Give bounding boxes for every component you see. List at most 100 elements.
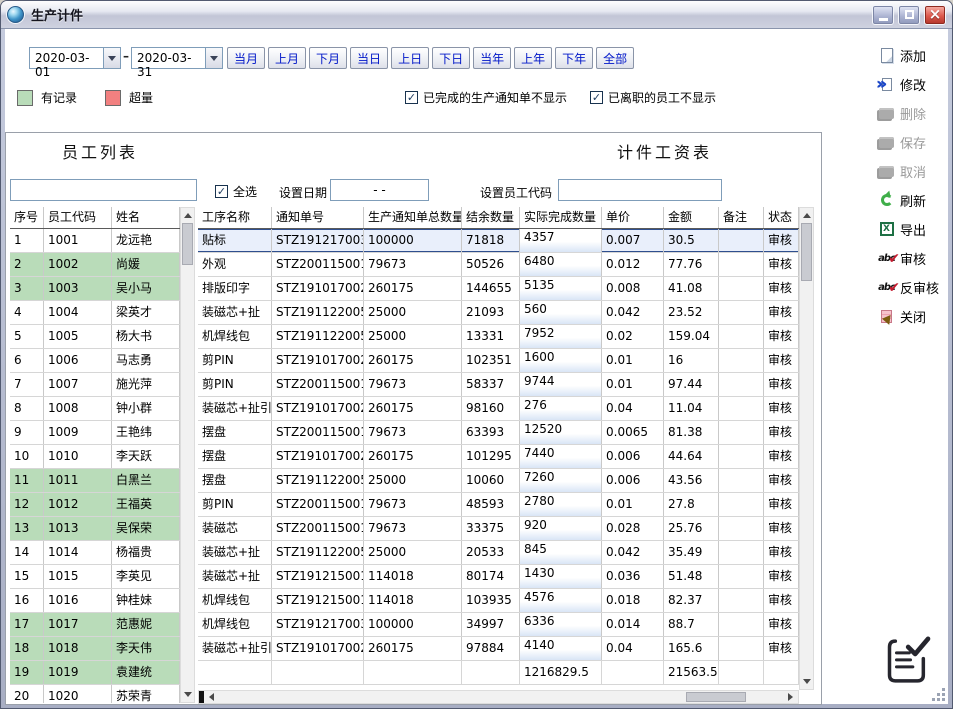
wage-row[interactable]: 装磁芯+扯引线STZ1910170022601759788441400.0416…: [198, 637, 799, 661]
employee-search-input[interactable]: [10, 179, 197, 201]
audit-button[interactable]: abc✔审核: [877, 248, 950, 268]
scroll-right-icon[interactable]: [784, 691, 798, 703]
date-nav-button[interactable]: 下日: [432, 47, 470, 69]
date-nav-button[interactable]: 上月: [268, 47, 306, 69]
employee-row[interactable]: 31003吴小马: [10, 277, 180, 301]
employee-row[interactable]: 51005杨大书: [10, 325, 180, 349]
add-doc-button[interactable]: 添加: [877, 45, 950, 65]
refresh-button[interactable]: 刷新: [877, 190, 950, 210]
wage-row[interactable]: 装磁芯+扯STZ19112200525000210935600.04223.52…: [198, 301, 799, 325]
audit-stamp-icon[interactable]: [879, 631, 935, 691]
actual-qty-cell[interactable]: 6336: [520, 613, 602, 636]
wage-row[interactable]: 机焊线包STZ191122005250001333179520.02159.04…: [198, 325, 799, 349]
date-nav-button[interactable]: 下年: [555, 47, 593, 69]
modify-button[interactable]: »修改: [877, 74, 950, 94]
employee-row[interactable]: 181018李天伟: [10, 637, 180, 661]
maximize-button[interactable]: [898, 5, 920, 25]
actual-qty-cell[interactable]: 1600: [520, 349, 602, 372]
set-employee-code-input[interactable]: [558, 179, 722, 201]
actual-qty-cell[interactable]: 920: [520, 517, 602, 540]
employee-row[interactable]: 71007施光萍: [10, 373, 180, 397]
employee-row[interactable]: 101010李天跃: [10, 445, 180, 469]
close-form-button[interactable]: 关闭: [877, 306, 950, 326]
actual-qty-cell[interactable]: 276: [520, 397, 602, 420]
employee-row[interactable]: 111011白黑兰: [10, 469, 180, 493]
scroll-up-icon[interactable]: [800, 208, 813, 222]
wage-row[interactable]: 装磁芯STZ20011500179673333759200.02825.76审核: [198, 517, 799, 541]
hide-finished-checkbox[interactable]: ✓ 已完成的生产通知单不显示: [405, 89, 567, 106]
employee-row[interactable]: 41004梁英才: [10, 301, 180, 325]
actual-qty-cell[interactable]: 5135: [520, 277, 602, 300]
employee-row[interactable]: 61006马志勇: [10, 349, 180, 373]
scroll-thumb[interactable]: [686, 692, 746, 702]
date-nav-button[interactable]: 当日: [350, 47, 388, 69]
actual-qty-cell[interactable]: 845: [520, 541, 602, 564]
wage-row[interactable]: 剪PINSTZ200115001796734859327800.0127.8审核: [198, 493, 799, 517]
date-nav-button[interactable]: 全部: [596, 47, 634, 69]
wage-table-hscrollbar[interactable]: [198, 690, 799, 704]
actual-qty-cell[interactable]: 2780: [520, 493, 602, 516]
employee-row[interactable]: 201020苏荣青: [10, 685, 180, 703]
date-nav-button[interactable]: 下月: [309, 47, 347, 69]
employee-row[interactable]: 171017范惠妮: [10, 613, 180, 637]
employee-row[interactable]: 11001龙远艳: [10, 229, 180, 253]
wage-row[interactable]: 剪PINSTZ19101700226017510235116000.0116审核: [198, 349, 799, 373]
wage-row[interactable]: 贴标STZ1912170031000007181843570.00730.5审核: [198, 229, 799, 253]
actual-qty-cell[interactable]: 7952: [520, 325, 602, 348]
actual-qty-cell[interactable]: 1430: [520, 565, 602, 588]
date-to-dropdown-button[interactable]: [205, 48, 222, 68]
scroll-thumb[interactable]: [182, 223, 193, 265]
actual-qty-cell[interactable]: 9744: [520, 373, 602, 396]
wage-table-vscrollbar[interactable]: [799, 207, 814, 690]
wage-row[interactable]: 排版印字STZ19101700226017514465551350.00841.…: [198, 277, 799, 301]
employee-row[interactable]: 151015李英见: [10, 565, 180, 589]
wage-row[interactable]: 机焊线包STZ1912170031000003499763360.01488.7…: [198, 613, 799, 637]
wage-row[interactable]: 外观STZ200115001796735052664800.01277.76审核: [198, 253, 799, 277]
scroll-down-icon[interactable]: [181, 688, 194, 702]
date-nav-button[interactable]: 上日: [391, 47, 429, 69]
excel-button[interactable]: X导出: [877, 219, 950, 239]
minimize-button[interactable]: [872, 5, 894, 25]
close-button[interactable]: ×: [924, 5, 946, 25]
scroll-left-icon[interactable]: [204, 691, 218, 703]
employee-row[interactable]: 161016钟桂妹: [10, 589, 180, 613]
date-to-combo[interactable]: 2020-03-31: [131, 47, 223, 69]
actual-qty-cell[interactable]: 4140: [520, 637, 602, 660]
wage-row[interactable]: 摆盘STZ191122005250001006072600.00643.56审核: [198, 469, 799, 493]
resize-grip[interactable]: [932, 688, 947, 703]
date-from-dropdown-button[interactable]: [103, 48, 120, 68]
date-nav-button[interactable]: 当年: [473, 47, 511, 69]
select-all-checkbox[interactable]: ✓ 全选: [215, 183, 257, 200]
employee-row[interactable]: 91009王艳纬: [10, 421, 180, 445]
employee-row[interactable]: 141014杨福贵: [10, 541, 180, 565]
actual-qty-cell[interactable]: 7260: [520, 469, 602, 492]
actual-qty-cell[interactable]: 6480: [520, 253, 602, 276]
actual-qty-cell[interactable]: 4576: [520, 589, 602, 612]
wage-row[interactable]: 装磁芯+扯STZ1912150011140188017414300.03651.…: [198, 565, 799, 589]
scroll-down-icon[interactable]: [800, 675, 813, 689]
title-bar[interactable]: 生产计件 ×: [1, 1, 952, 29]
wage-row[interactable]: 剪PINSTZ200115001796735833797440.0197.44审…: [198, 373, 799, 397]
employee-row[interactable]: 121012王福英: [10, 493, 180, 517]
actual-qty-cell[interactable]: 7440: [520, 445, 602, 468]
employee-table-vscrollbar[interactable]: [180, 207, 195, 703]
date-nav-button[interactable]: 当月: [227, 47, 265, 69]
employee-row[interactable]: 81008钟小群: [10, 397, 180, 421]
actual-qty-cell[interactable]: 560: [520, 301, 602, 324]
employee-row[interactable]: 191019袁建统: [10, 661, 180, 685]
actual-qty-cell[interactable]: 12520: [520, 421, 602, 444]
date-nav-button[interactable]: 上年: [514, 47, 552, 69]
employee-row[interactable]: 21002尚媛: [10, 253, 180, 277]
wage-totals-row[interactable]: 1216829.521563.57: [198, 661, 799, 685]
wage-row[interactable]: 摆盘STZ2001150017967363393125200.006581.38…: [198, 421, 799, 445]
wage-row[interactable]: 摆盘STZ19101700226017510129574400.00644.64…: [198, 445, 799, 469]
wage-row[interactable]: 装磁芯+扯引线STZ191017002260175981602760.0411.…: [198, 397, 799, 421]
set-date-input[interactable]: [330, 179, 429, 201]
wage-row[interactable]: 机焊线包STZ19121500111401810393545760.01882.…: [198, 589, 799, 613]
employee-row[interactable]: 131013吴保荣: [10, 517, 180, 541]
hide-resigned-checkbox[interactable]: ✓ 已离职的员工不显示: [590, 89, 716, 106]
date-from-combo[interactable]: 2020-03-01: [29, 47, 121, 69]
scroll-thumb[interactable]: [801, 223, 812, 281]
scroll-up-icon[interactable]: [181, 208, 194, 222]
actual-qty-cell[interactable]: 4357: [520, 229, 602, 252]
